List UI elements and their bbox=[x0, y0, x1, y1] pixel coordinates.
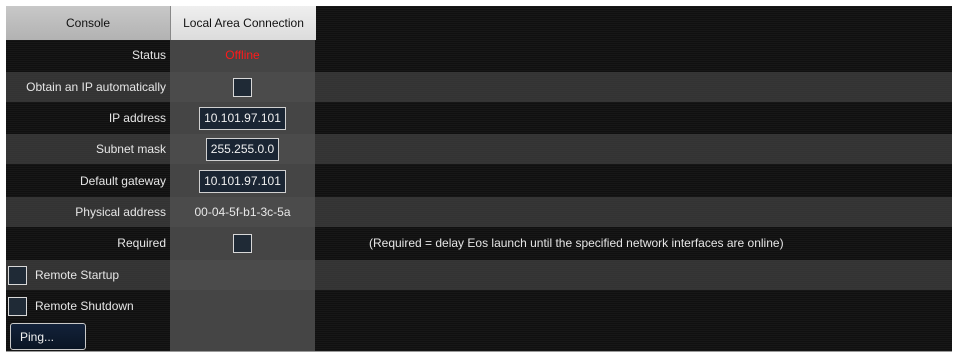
required-cell bbox=[170, 228, 315, 258]
subnet-mask-row: Subnet mask 255.255.0.0 bbox=[6, 134, 952, 164]
default-gateway-row: Default gateway 10.101.97.101 bbox=[6, 166, 952, 196]
subnet-mask-field[interactable]: 255.255.0.0 bbox=[205, 137, 280, 161]
ip-address-row: IP address 10.101.97.101 bbox=[6, 103, 952, 133]
subnet-mask-cell: 255.255.0.0 bbox=[170, 134, 315, 164]
default-gateway-label: Default gateway bbox=[79, 174, 166, 188]
remote-startup-checkbox[interactable] bbox=[8, 265, 27, 285]
required-row: Required (Required = delay Eos launch un… bbox=[6, 228, 952, 258]
physical-address-value: 00-04-5f-b1-3c-5a bbox=[194, 205, 291, 219]
remote-startup-label: Remote Startup bbox=[35, 268, 120, 282]
console-column-header: Console bbox=[6, 6, 170, 40]
obtain-ip-label: Obtain an IP automatically bbox=[26, 80, 166, 94]
required-label: Required bbox=[117, 236, 166, 250]
settings-frame: Console Local Area Connection Status Off… bbox=[6, 6, 952, 352]
obtain-ip-checkbox[interactable] bbox=[233, 77, 252, 97]
status-value: Offline bbox=[170, 40, 315, 70]
tab-local-area-connection[interactable]: Local Area Connection bbox=[170, 6, 316, 40]
ip-address-cell: 10.101.97.101 bbox=[170, 103, 315, 133]
remote-startup-row: Remote Startup bbox=[6, 260, 952, 290]
physical-address-label: Physical address bbox=[75, 205, 166, 219]
status-label: Status bbox=[131, 48, 166, 62]
remote-shutdown-checkbox[interactable] bbox=[8, 296, 27, 316]
remote-startup-option[interactable]: Remote Startup bbox=[8, 260, 119, 290]
required-note: (Required = delay Eos launch until the s… bbox=[369, 236, 784, 250]
remote-shutdown-row: Remote Shutdown bbox=[6, 291, 952, 321]
obtain-ip-cell bbox=[170, 72, 315, 102]
ip-address-label: IP address bbox=[108, 111, 166, 125]
network-settings-panel: Console Local Area Connection Status Off… bbox=[0, 0, 954, 356]
remote-shutdown-label: Remote Shutdown bbox=[35, 299, 134, 313]
subnet-mask-label: Subnet mask bbox=[95, 142, 166, 156]
ip-address-field[interactable]: 10.101.97.101 bbox=[199, 106, 286, 130]
physical-address-row: Physical address 00-04-5f-b1-3c-5a bbox=[6, 197, 952, 227]
remote-shutdown-option[interactable]: Remote Shutdown bbox=[8, 291, 134, 321]
status-row: Status Offline bbox=[6, 40, 952, 70]
status-badge: Offline bbox=[225, 48, 260, 62]
obtain-ip-row: Obtain an IP automatically bbox=[6, 72, 952, 102]
ping-button[interactable]: Ping... bbox=[10, 323, 86, 350]
default-gateway-field[interactable]: 10.101.97.101 bbox=[199, 169, 286, 193]
default-gateway-cell: 10.101.97.101 bbox=[170, 166, 315, 196]
required-checkbox[interactable] bbox=[233, 233, 252, 253]
